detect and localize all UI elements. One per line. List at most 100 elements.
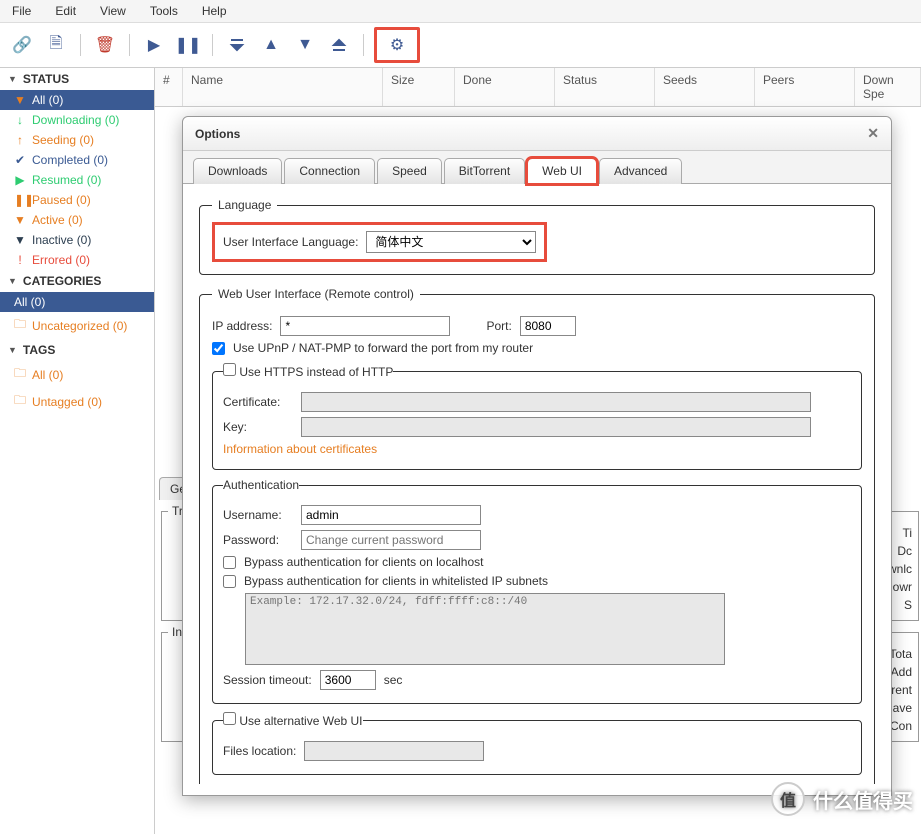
delete-icon[interactable]: 🗑 [91,31,119,59]
menu-view[interactable]: View [100,4,126,18]
sidebar-icon: ▶ [14,173,26,187]
sidebar-label: All (0) [32,368,63,382]
col-downspeed[interactable]: Down Spe [855,68,921,106]
sidebar-icon: ↑ [14,133,26,147]
status-header[interactable]: STATUS [0,68,154,90]
menu-edit[interactable]: Edit [55,4,76,18]
col-done[interactable]: Done [455,68,555,106]
sidebar-icon: ▼ [14,233,26,247]
bottom-priority-icon[interactable] [325,31,353,59]
cat-all[interactable]: All (0) [0,292,154,312]
col-size[interactable]: Size [383,68,455,106]
column-headers: # Name Size Done Status Seeds Peers Down… [155,68,921,107]
tag-all[interactable]: 🗀 All (0) [0,361,154,388]
cert-info-link[interactable]: Information about certificates [223,442,377,456]
top-priority-icon[interactable] [223,31,251,59]
webui-legend: Web User Interface (Remote control) [212,287,420,301]
pause-icon[interactable]: ❚❚ [174,31,202,59]
password-label: Password: [223,533,293,547]
watermark: 值 什么值得买 [771,782,913,816]
upnp-label: Use UPnP / NAT-PMP to forward the port f… [233,341,533,355]
col-status[interactable]: Status [555,68,655,106]
tab-web-ui[interactable]: Web UI [527,158,597,184]
timeout-input[interactable] [320,670,376,690]
add-link-icon[interactable]: 🔗 [8,31,36,59]
filter-seeding[interactable]: ↑ Seeding (0) [0,130,154,150]
sidebar-icon: ❚❚ [14,193,26,207]
port-input[interactable] [520,316,576,336]
sidebar-label: Errored (0) [32,253,90,267]
sidebar-icon: ✔ [14,153,26,167]
ui-language-select[interactable]: 简体中文 [366,231,536,253]
dialog-tabs: DownloadsConnectionSpeedBitTorrentWeb UI… [183,151,891,184]
filter-resumed[interactable]: ▶Resumed (0) [0,170,154,190]
settings-icon[interactable]: ⚙ [374,27,420,63]
separator [212,34,213,56]
bypass-subnet-checkbox[interactable] [223,575,236,588]
bypass-subnet-label: Bypass authentication for clients in whi… [244,574,548,588]
separator [129,34,130,56]
bypass-localhost-checkbox[interactable] [223,556,236,569]
cert-input[interactable] [301,392,811,412]
ui-language-label: User Interface Language: [223,235,358,249]
menu-help[interactable]: Help [202,4,227,18]
ip-whitelist-textarea[interactable] [245,593,725,665]
username-input[interactable] [301,505,481,525]
security-group: Security Enable clickjacking protection [212,783,862,784]
sidebar-label: Completed (0) [32,153,108,167]
tab-advanced[interactable]: Advanced [599,158,682,184]
https-group: Use HTTPS instead of HTTP Certificate: K… [212,363,862,470]
key-input[interactable] [301,417,811,437]
sidebar-label: Inactive (0) [32,233,91,247]
tag-untagged[interactable]: 🗀Untagged (0) [0,388,154,415]
security-legend: Security [223,783,266,784]
tab-speed[interactable]: Speed [377,158,442,184]
close-icon[interactable]: ✕ [867,125,879,142]
menu-tools[interactable]: Tools [150,4,178,18]
filter-paused[interactable]: ❚❚Paused (0) [0,190,154,210]
ip-input[interactable] [280,316,450,336]
add-file-icon[interactable]: 🗎 [42,31,70,59]
filter-active[interactable]: ▼Active (0) [0,210,154,230]
start-icon[interactable]: ▶ [140,31,168,59]
col-seeds[interactable]: Seeds [655,68,755,106]
files-location-label: Files location: [223,744,296,758]
col-name[interactable]: Name [183,68,383,106]
tab-connection[interactable]: Connection [284,158,375,184]
tags-header[interactable]: TAGS [0,339,154,361]
upnp-checkbox[interactable] [212,342,225,355]
tab-downloads[interactable]: Downloads [193,158,282,184]
sidebar-label: Active (0) [32,213,83,227]
filter-completed[interactable]: ✔ Completed (0) [0,150,154,170]
sidebar-icon: 🗀 [14,391,26,412]
menu-bar: File Edit View Tools Help [0,0,921,23]
filter-errored[interactable]: ! Errored (0) [0,250,154,270]
increase-priority-icon[interactable]: ▲ [257,31,285,59]
sidebar-icon: 🗀 [14,364,26,385]
files-location-input[interactable] [304,741,484,761]
https-checkbox[interactable] [223,363,236,376]
timeout-unit: sec [384,673,403,687]
filter-inactive[interactable]: ▼ Inactive (0) [0,230,154,250]
filter-downloading[interactable]: ↓Downloading (0) [0,110,154,130]
sidebar-icon: ! [14,253,26,267]
decrease-priority-icon[interactable]: ▼ [291,31,319,59]
sidebar-label: Downloading (0) [32,113,119,127]
tab-bittorrent[interactable]: BitTorrent [444,158,525,184]
col-num[interactable]: # [155,68,183,106]
altui-checkbox[interactable] [223,712,236,725]
col-peers[interactable]: Peers [755,68,855,106]
categories-header[interactable]: CATEGORIES [0,270,154,292]
cat-uncategorized[interactable]: 🗀Uncategorized (0) [0,312,154,339]
sidebar-label: Uncategorized (0) [32,319,127,333]
sidebar-label: Seeding (0) [32,133,94,147]
username-label: Username: [223,508,293,522]
language-group: Language User Interface Language: 简体中文 [199,198,875,275]
ip-label: IP address: [212,319,272,333]
filter-all[interactable]: ▼All (0) [0,90,154,110]
menu-file[interactable]: File [12,4,31,18]
password-input[interactable] [301,530,481,550]
toolbar: 🔗 🗎 🗑 ▶ ❚❚ ▲ ▼ ⚙ [0,23,921,68]
altui-group: Use alternative Web UI Files location: [212,712,862,775]
bypass-localhost-label: Bypass authentication for clients on loc… [244,555,483,569]
